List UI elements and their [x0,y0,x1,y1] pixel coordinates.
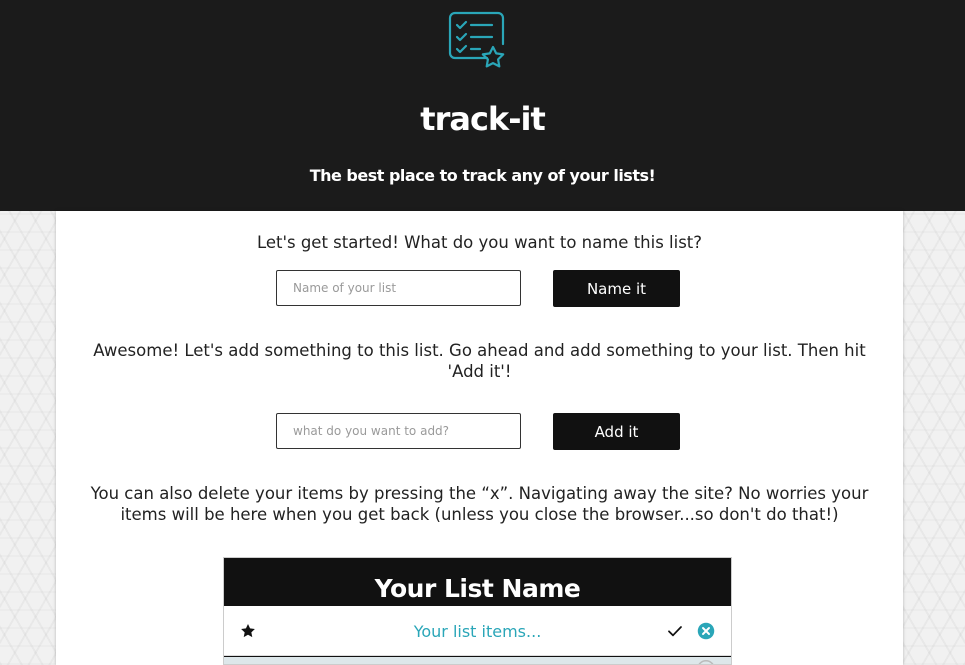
list-item-text: Your list items... [413,622,542,641]
list-name-input[interactable] [276,270,521,306]
check-icon[interactable] [667,623,683,639]
name-prompt: Let's get started! What do you want to n… [256,233,703,252]
list-title: Your List Name [374,574,581,603]
tagline: The best place to track any of your list… [309,166,656,185]
list-item: Your list items... [224,606,731,656]
close-circle-icon[interactable] [697,660,715,665]
main-panel: Let's get started! What do you want to n… [56,211,903,665]
app-title: track-it [420,100,545,138]
info-text: You can also delete your items by pressi… [90,484,869,524]
add-prompt: Awesome! Let's add something to this lis… [93,341,866,381]
close-circle-icon[interactable] [697,622,715,640]
list-card: Your List Name Your list items... [223,557,732,665]
add-it-button[interactable]: Add it [553,413,680,450]
checklist-star-icon [448,11,505,68]
add-item-input[interactable] [276,413,521,449]
site-header: track-it The best place to track any of … [0,0,965,211]
list-item [224,657,731,665]
name-it-button[interactable]: Name it [553,270,680,307]
star-icon[interactable] [240,623,256,639]
